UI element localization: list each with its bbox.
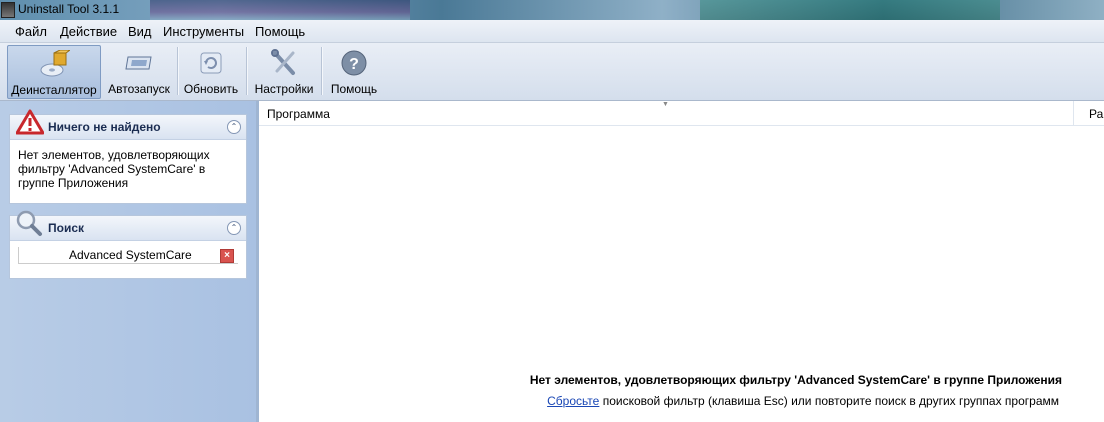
search-panel-header[interactable]: Поиск ⌃ bbox=[10, 210, 246, 241]
autorun-label: Автозапуск bbox=[108, 82, 170, 96]
refresh-icon bbox=[200, 52, 222, 74]
search-input[interactable]: Advanced SystemCare × bbox=[18, 247, 238, 264]
empty-list-message: Нет элементов, удовлетворяющих фильтру '… bbox=[529, 373, 1062, 387]
settings-label: Настройки bbox=[254, 82, 314, 96]
svg-text:?: ? bbox=[349, 56, 359, 73]
notfound-panel: Ничего не найдено ⌃ Нет элементов, удовл… bbox=[9, 109, 247, 204]
clear-search-icon[interactable]: × bbox=[220, 249, 234, 263]
menu-file[interactable]: Файл bbox=[15, 24, 47, 39]
reset-hint-text: поисковой фильтр (клавиша Esc) или повто… bbox=[599, 394, 1059, 408]
warning-icon bbox=[16, 109, 44, 135]
column-header: ▼ Программа Ра bbox=[259, 101, 1104, 126]
column-program[interactable]: Программа bbox=[267, 107, 330, 121]
column-size[interactable]: Ра bbox=[1089, 107, 1103, 121]
notfound-panel-header[interactable]: Ничего не найдено ⌃ bbox=[10, 109, 246, 140]
menu-tools[interactable]: Инструменты bbox=[163, 24, 244, 39]
sidebar: Ничего не найдено ⌃ Нет элементов, удовл… bbox=[0, 101, 259, 422]
search-panel: Поиск ⌃ Advanced SystemCare × bbox=[9, 210, 247, 279]
help-button[interactable]: ? Помощь bbox=[325, 45, 383, 97]
help-icon: ? bbox=[341, 50, 367, 76]
toolbar-separator bbox=[321, 47, 322, 95]
box-cd-icon bbox=[40, 50, 70, 77]
tools-icon bbox=[271, 49, 295, 75]
collapse-chevron-icon[interactable]: ⌃ bbox=[227, 221, 241, 235]
search-title: Поиск bbox=[48, 221, 85, 235]
menu-action[interactable]: Действие bbox=[60, 24, 117, 39]
menu-bar: Файл Действие Вид Инструменты Помощь bbox=[0, 20, 1104, 43]
window-title: Uninstall Tool 3.1.1 bbox=[18, 2, 120, 16]
refresh-label: Обновить bbox=[183, 82, 239, 96]
settings-button[interactable]: Настройки bbox=[250, 45, 318, 97]
sort-indicator-icon: ▼ bbox=[662, 101, 669, 108]
help-label: Помощь bbox=[330, 82, 378, 96]
toolbar-separator bbox=[177, 47, 178, 95]
refresh-button[interactable]: Обновить bbox=[180, 45, 242, 97]
uninstaller-button[interactable]: Деинсталлятор bbox=[7, 45, 101, 99]
notfound-title: Ничего не найдено bbox=[48, 120, 161, 134]
title-bar[interactable]: Uninstall Tool 3.1.1 bbox=[0, 0, 1104, 20]
app-icon[interactable] bbox=[1, 2, 15, 18]
autorun-button[interactable]: Автозапуск bbox=[106, 45, 172, 97]
column-separator[interactable] bbox=[1073, 101, 1074, 125]
program-list[interactable]: ▼ Программа Ра Нет элементов, удовлетвор… bbox=[259, 101, 1104, 422]
toolbar-separator bbox=[246, 47, 247, 95]
uninstaller-label: Деинсталлятор bbox=[11, 83, 97, 97]
menu-view[interactable]: Вид bbox=[128, 24, 152, 39]
notfound-message: Нет элементов, удовлетворяющих фильтру '… bbox=[18, 148, 210, 190]
monitor-icon bbox=[125, 56, 152, 70]
reset-filter-link[interactable]: Сбросьте bbox=[547, 394, 599, 408]
toolbar: Деинсталлятор Автозапуск Обновить Настро… bbox=[0, 43, 1104, 101]
menu-help[interactable]: Помощь bbox=[255, 24, 305, 39]
search-value: Advanced SystemCare bbox=[69, 248, 192, 262]
magnifier-icon bbox=[16, 210, 42, 236]
empty-list-hint: Сбросьте поисковой фильтр (клавиша Esc) … bbox=[547, 394, 1059, 408]
collapse-chevron-icon[interactable]: ⌃ bbox=[227, 120, 241, 134]
